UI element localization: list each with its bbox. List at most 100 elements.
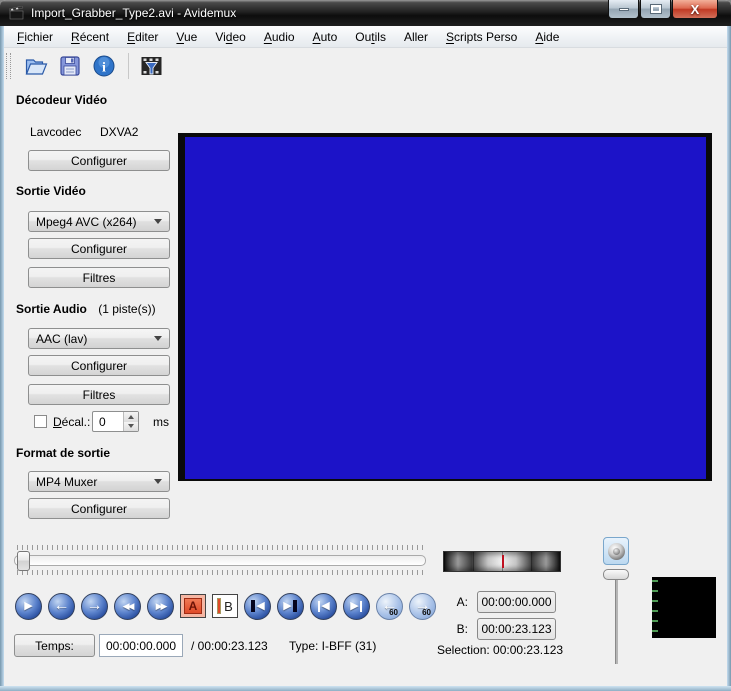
prev-frame-button[interactable]: ← — [48, 592, 75, 620]
muxer-select[interactable]: MP4 Muxer — [28, 471, 170, 492]
muxer-configure-button[interactable]: Configurer — [28, 498, 170, 519]
video-codec-value: Mpeg4 AVC (x264) — [36, 214, 137, 229]
spinner-up-icon[interactable] — [124, 412, 138, 422]
prev-black-frame-button[interactable]: ◀ — [244, 592, 271, 620]
current-time-input[interactable] — [99, 634, 183, 657]
last-frame-button[interactable]: ▶ — [343, 592, 370, 620]
window-border-right — [727, 26, 731, 691]
marker-b-strip-icon — [217, 598, 222, 614]
title-bar: Import_Grabber_Type2.avi - Avidemux X — [0, 0, 731, 26]
section-video-output-title: Sortie Vidéo — [16, 184, 86, 198]
menu-audio[interactable]: Audio — [255, 28, 304, 46]
info-icon: i — [93, 55, 115, 77]
audio-shift-checkbox[interactable] — [34, 415, 47, 428]
menu-vue[interactable]: Vue — [167, 28, 206, 46]
decoder-configure-button[interactable]: Configurer — [28, 150, 170, 171]
prev-keyframe-button[interactable]: ◀◀ — [114, 592, 141, 620]
seek-slider[interactable] — [14, 545, 426, 577]
prev-keyframe-icon: ◀◀ — [122, 600, 135, 611]
decoder-codec-label: Lavcodec — [30, 125, 82, 139]
vu-meter — [652, 577, 716, 638]
maximize-button[interactable] — [640, 0, 671, 19]
slider-groove[interactable] — [14, 555, 426, 566]
volume-slider-handle[interactable] — [603, 569, 629, 580]
volume-slider-track[interactable] — [615, 572, 618, 664]
marker-a-label: A: — [456, 595, 468, 609]
window-border-bottom — [0, 686, 731, 691]
toolbar-separator — [128, 53, 129, 79]
audio-shift-label: Décal.: — [53, 415, 91, 429]
menu-aller[interactable]: Aller — [395, 28, 437, 46]
menu-bar: Fichier Récent Editer Vue Video Audio Auto Outi… — [0, 26, 731, 48]
audio-filters-button[interactable]: Filtres — [28, 384, 170, 405]
video-configure-button[interactable]: Configurer — [28, 238, 170, 259]
minimize-button[interactable] — [608, 0, 639, 19]
time-mode-button[interactable]: Temps: — [14, 634, 95, 657]
video-filters-button[interactable] — [135, 51, 167, 81]
jog-wheel[interactable] — [443, 551, 561, 572]
marker-b-field[interactable]: 00:00:23.123 — [477, 618, 556, 640]
app-clapperboard-icon — [9, 5, 25, 21]
total-duration: / 00:00:23.123 — [191, 639, 268, 653]
video-codec-select[interactable]: Mpeg4 AVC (x264) — [28, 211, 170, 232]
close-button[interactable]: X — [672, 0, 718, 19]
window-border-left — [0, 26, 4, 691]
first-frame-icon: ◀ — [321, 599, 330, 612]
spinner-down-icon[interactable] — [124, 421, 138, 431]
audio-codec-value: AAC (lav) — [36, 331, 88, 346]
toolbar: i — [0, 48, 731, 84]
audio-configure-button[interactable]: Configurer — [28, 355, 170, 376]
menu-editer[interactable]: Editer — [118, 28, 167, 46]
slider-ticks-top — [17, 545, 423, 550]
video-filters-panel-button[interactable]: Filtres — [28, 267, 170, 288]
next-keyframe-button[interactable]: ▶▶ — [147, 592, 174, 620]
play-button[interactable]: ▶ — [15, 592, 42, 620]
forward-one-minute-button[interactable]: → 60 — [409, 592, 436, 620]
menu-aide[interactable]: Aide — [526, 28, 568, 46]
maximize-icon — [649, 4, 662, 14]
marker-b-button[interactable]: B — [212, 594, 238, 618]
svg-text:i: i — [102, 61, 106, 76]
audio-codec-select[interactable]: AAC (lav) — [28, 328, 170, 349]
window-controls: X — [607, 0, 718, 19]
marker-a-icon: A — [184, 598, 202, 614]
open-button[interactable] — [20, 51, 52, 81]
chevron-down-icon — [154, 336, 162, 341]
toolbar-drag-handle[interactable] — [6, 53, 11, 79]
section-output-format-title: Format de sortie — [16, 446, 111, 460]
menu-outils[interactable]: Outils — [346, 28, 395, 46]
avidemux-window: Import_Grabber_Type2.avi - Avidemux X Fi… — [0, 0, 731, 691]
decoder-accel-label: DXVA2 — [100, 125, 139, 139]
muxer-value: MP4 Muxer — [36, 474, 98, 489]
save-button[interactable] — [54, 51, 86, 81]
jog-center-marker — [502, 555, 504, 568]
menu-video[interactable]: Video — [206, 28, 255, 46]
audio-shift-value: 0 — [99, 414, 106, 429]
window-title: Import_Grabber_Type2.avi - Avidemux — [31, 6, 237, 20]
video-preview — [185, 137, 706, 479]
information-button[interactable]: i — [88, 51, 120, 81]
next-black-frame-button[interactable]: ▶ — [277, 592, 304, 620]
menu-auto[interactable]: Auto — [304, 28, 347, 46]
section-audio-output-title: Sortie Audio (1 piste(s)) — [16, 302, 156, 316]
next-frame-icon: → — [86, 597, 103, 614]
next-keyframe-icon: ▶▶ — [155, 600, 168, 611]
video-preview-frame — [178, 133, 712, 481]
spinner-arrows[interactable] — [123, 412, 138, 431]
marker-b-icon: B — [224, 598, 233, 614]
save-floppy-icon — [60, 56, 80, 76]
mute-button[interactable] — [603, 537, 629, 565]
marker-a-button[interactable]: A — [180, 594, 206, 618]
slider-handle[interactable] — [17, 551, 30, 571]
menu-recent[interactable]: Récent — [62, 28, 118, 46]
slider-ticks-bottom — [17, 570, 423, 575]
marker-a-field[interactable]: 00:00:00.000 — [477, 591, 556, 613]
next-frame-button[interactable]: → — [81, 592, 108, 620]
audio-shift-spinner[interactable]: 0 — [92, 411, 139, 432]
menu-fichier[interactable]: Fichier — [8, 28, 62, 46]
last-frame-icon: ▶ — [350, 599, 359, 612]
back-one-minute-button[interactable]: ← 60 — [376, 592, 403, 620]
chevron-down-icon — [154, 219, 162, 224]
first-frame-button[interactable]: ◀ — [310, 592, 337, 620]
menu-scripts-perso[interactable]: Scripts Perso — [437, 28, 526, 46]
